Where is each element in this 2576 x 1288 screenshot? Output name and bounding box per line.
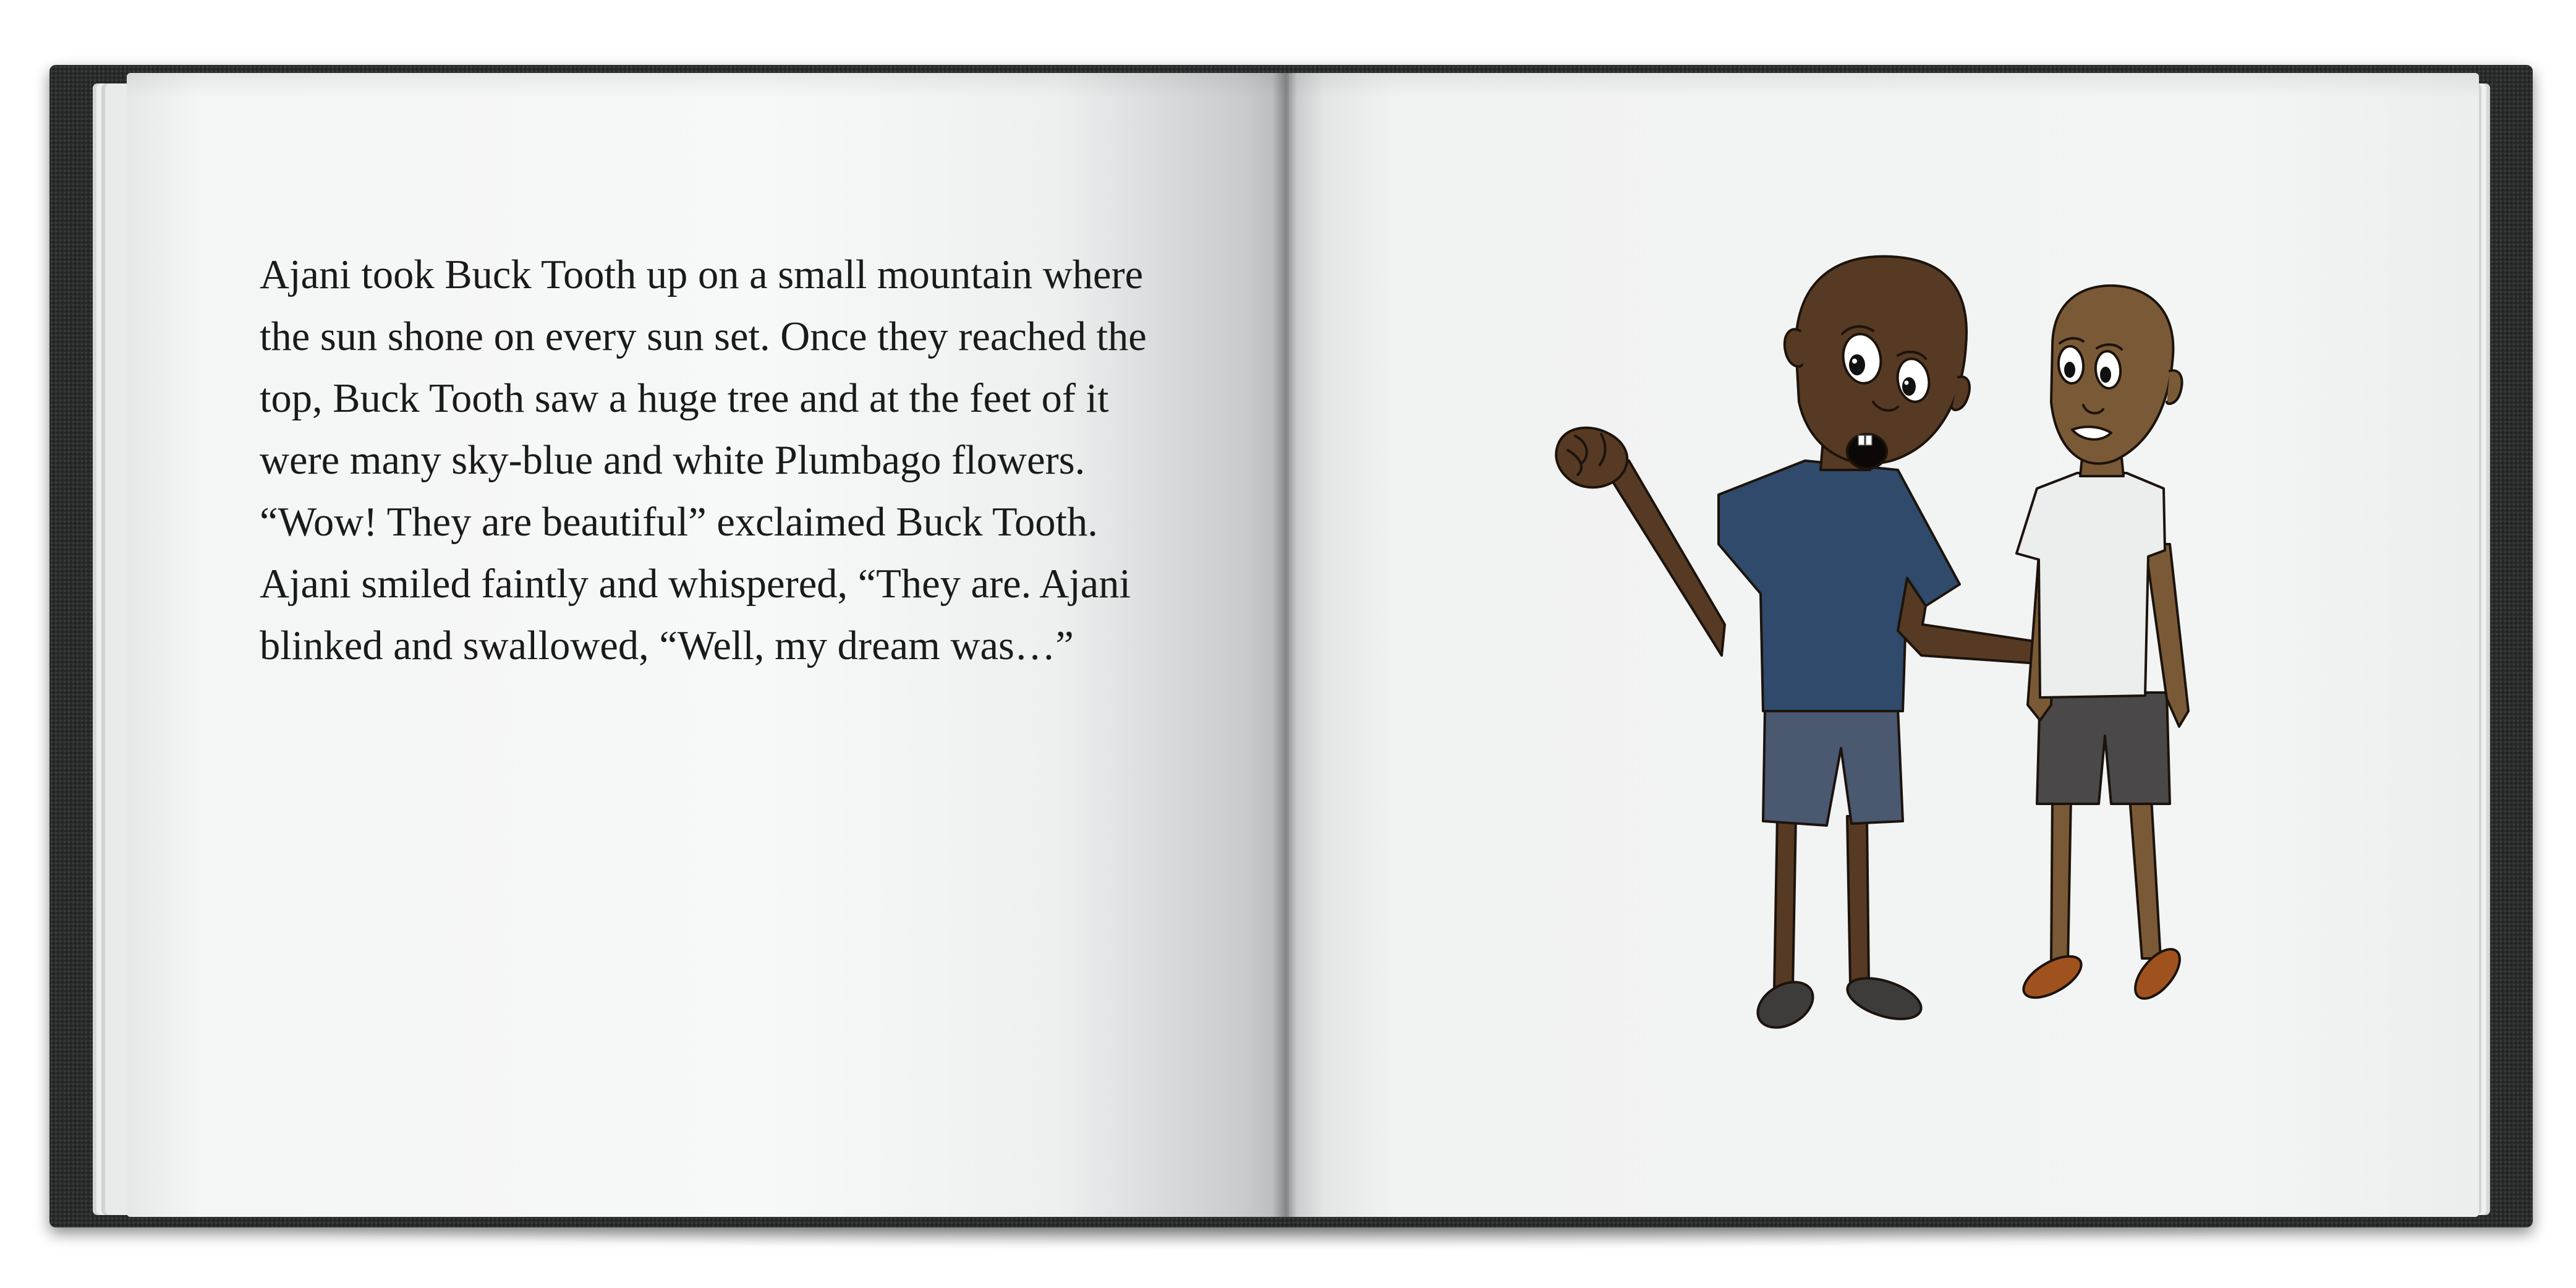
taller-boy <box>1555 255 2106 1029</box>
shorter-boy <box>2015 284 2190 1000</box>
book-spine <box>1272 73 1297 1217</box>
illustration <box>1555 255 2190 1029</box>
story-text: Ajani took Buck Tooth up on a small moun… <box>260 252 1147 668</box>
